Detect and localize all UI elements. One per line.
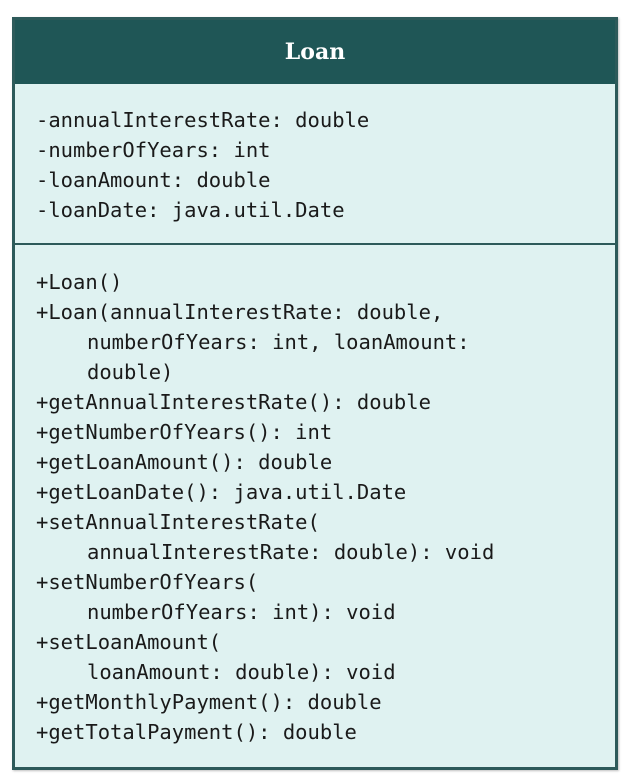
attribute-loan-amount: -loanAmount: double <box>36 168 271 192</box>
operation-set-number-of-years: +setNumberOfYears( <box>36 570 259 594</box>
operation-get-number-of-years: +getNumberOfYears(): int <box>36 420 333 444</box>
operation-loan-constructor-continued: numberOfYears: int, loanAmount: <box>87 330 470 354</box>
attribute-annual-interest-rate: -annualInterestRate: double <box>36 108 370 132</box>
operation-loan-default-constructor: +Loan() <box>36 270 123 294</box>
operation-get-loan-date: +getLoanDate(): java.util.Date <box>36 480 407 504</box>
operation-set-loan-amount-continued: loanAmount: double): void <box>87 660 396 684</box>
operation-loan-constructor: +Loan(annualInterestRate: double, <box>36 300 444 324</box>
operation-set-number-of-years-continued: numberOfYears: int): void <box>87 600 396 624</box>
operation-loan-constructor-continued: double) <box>87 360 174 384</box>
operation-get-monthly-payment: +getMonthlyPayment(): double <box>36 690 382 714</box>
operation-get-loan-amount: +getLoanAmount(): double <box>36 450 333 474</box>
class-header: Loan <box>15 20 615 84</box>
operation-set-annual-interest-rate-continued: annualInterestRate: double): void <box>87 540 495 564</box>
operations-compartment: +Loan() +Loan(annualInterestRate: double… <box>15 245 615 767</box>
operation-set-loan-amount: +setLoanAmount( <box>36 630 222 654</box>
operation-get-annual-interest-rate: +getAnnualInterestRate(): double <box>36 390 431 414</box>
attribute-number-of-years: -numberOfYears: int <box>36 138 271 162</box>
attributes-compartment: -annualInterestRate: double -numberOfYea… <box>15 84 615 245</box>
uml-class-box: Loan -annualInterestRate: double -number… <box>12 17 618 770</box>
operation-get-total-payment: +getTotalPayment(): double <box>36 720 357 744</box>
operation-set-annual-interest-rate: +setAnnualInterestRate( <box>36 510 320 534</box>
class-name: Loan <box>284 39 346 65</box>
attribute-loan-date: -loanDate: java.util.Date <box>36 198 345 222</box>
